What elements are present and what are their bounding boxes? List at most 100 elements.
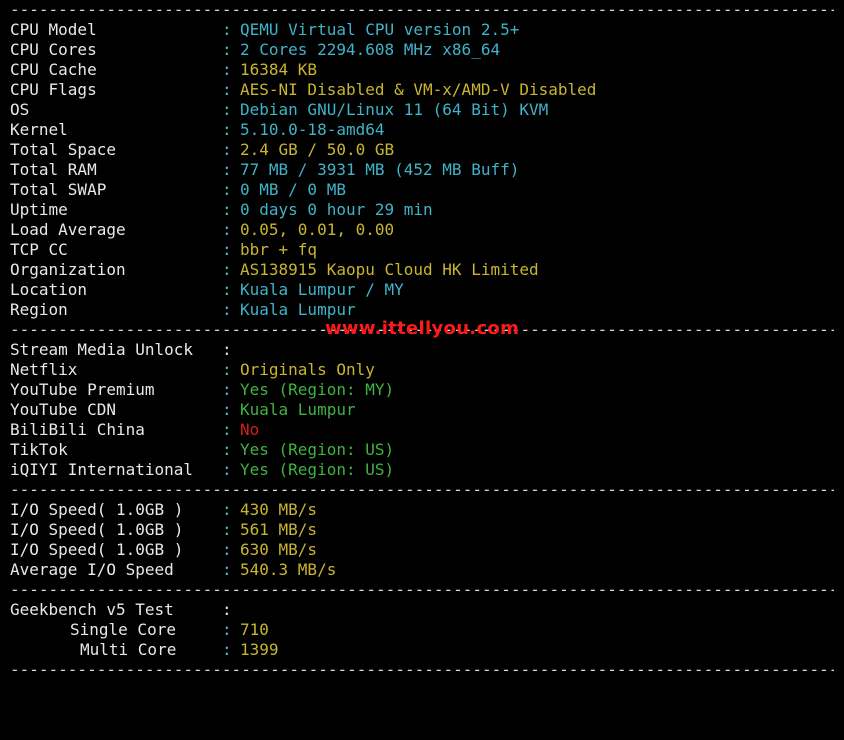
geekbench-multi-row: Multi Core : 1399	[10, 640, 834, 660]
info-value: 0 days 0 hour 29 min	[240, 200, 433, 219]
stream-label: iQIYI International	[10, 460, 194, 479]
separator: :	[222, 140, 232, 159]
stream-label: YouTube Premium	[10, 380, 155, 399]
io-row-average: Average I/O Speed : 540.3 MB/s	[10, 560, 834, 580]
geekbench-header: Geekbench v5 Test	[10, 600, 174, 619]
geekbench-single-row: Single Core : 710	[10, 620, 834, 640]
stream-value: Yes (Region: MY)	[240, 380, 395, 399]
info-row-tcp-cc: TCP CC : bbr + fq	[10, 240, 834, 260]
separator: :	[222, 360, 232, 379]
info-label: CPU Cache	[10, 60, 97, 79]
info-row-uptime: Uptime : 0 days 0 hour 29 min	[10, 200, 834, 220]
info-row-cpu-cache: CPU Cache : 16384 KB	[10, 60, 834, 80]
info-value: AS138915 Kaopu Cloud HK Limited	[240, 260, 539, 279]
info-row-location: Location : Kuala Lumpur / MY	[10, 280, 834, 300]
info-label: OS	[10, 100, 30, 119]
separator: :	[222, 560, 232, 579]
separator: :	[222, 540, 232, 559]
separator: :	[222, 600, 232, 619]
geekbench-multi-label: Multi Core	[80, 640, 177, 659]
info-value: 77 MB / 3931 MB (452 MB Buff)	[240, 160, 520, 179]
geekbench-single-value: 710	[240, 620, 269, 639]
stream-label: TikTok	[10, 440, 68, 459]
separator: :	[222, 200, 232, 219]
separator: :	[222, 500, 232, 519]
io-value: 561 MB/s	[240, 520, 318, 539]
stream-row-tiktok: TikTok : Yes (Region: US)	[10, 440, 834, 460]
divider: ----------------------------------------…	[10, 0, 834, 19]
separator: :	[222, 100, 232, 119]
info-label: Load Average	[10, 220, 126, 239]
info-row-total-swap: Total SWAP : 0 MB / 0 MB	[10, 180, 834, 200]
separator: :	[222, 40, 232, 59]
separator: :	[222, 420, 232, 439]
separator: :	[222, 220, 232, 239]
info-label: Kernel	[10, 120, 68, 139]
geekbench-single-label: Single Core	[70, 620, 176, 639]
info-row-cpu-cores: CPU Cores : 2 Cores 2294.608 MHz x86_64	[10, 40, 834, 60]
io-label: I/O Speed( 1.0GB )	[10, 500, 184, 519]
io-label: Average I/O Speed	[10, 560, 174, 579]
stream-label: BiliBili China	[10, 420, 145, 439]
info-value: Kuala Lumpur	[240, 300, 356, 319]
stream-row-iqiyi: iQIYI International : Yes (Region: US)	[10, 460, 834, 480]
separator: :	[222, 620, 232, 639]
info-label: Region	[10, 300, 68, 319]
info-value: Kuala Lumpur / MY	[240, 280, 404, 299]
separator: :	[222, 160, 232, 179]
stream-media-header-row: Stream Media Unlock :	[10, 340, 834, 360]
io-row: I/O Speed( 1.0GB ) : 430 MB/s	[10, 500, 834, 520]
info-label: CPU Cores	[10, 40, 97, 59]
divider: ----------------------------------------…	[10, 580, 834, 599]
info-value: 16384 KB	[240, 60, 318, 79]
system-info-section: CPU Model : QEMU Virtual CPU version 2.5…	[10, 20, 834, 320]
separator: :	[222, 180, 232, 199]
io-speed-section: I/O Speed( 1.0GB ) : 430 MB/s I/O Speed(…	[10, 500, 834, 580]
info-value: 0 MB / 0 MB	[240, 180, 346, 199]
stream-label: Netflix	[10, 360, 78, 379]
separator: :	[222, 300, 232, 319]
info-label: Uptime	[10, 200, 68, 219]
separator: :	[222, 260, 232, 279]
info-label: Location	[10, 280, 88, 299]
info-row-os: OS : Debian GNU/Linux 11 (64 Bit) KVM	[10, 100, 834, 120]
info-value: 2 Cores 2294.608 MHz x86_64	[240, 40, 501, 59]
stream-label: YouTube CDN	[10, 400, 116, 419]
info-label: Organization	[10, 260, 126, 279]
info-label: Total Space	[10, 140, 116, 159]
stream-row-netflix: Netflix : Originals Only	[10, 360, 834, 380]
info-label: CPU Flags	[10, 80, 97, 99]
io-label: I/O Speed( 1.0GB )	[10, 520, 184, 539]
geekbench-header-row: Geekbench v5 Test :	[10, 600, 834, 620]
info-label: Total SWAP	[10, 180, 107, 199]
stream-row-youtube-cdn: YouTube CDN : Kuala Lumpur	[10, 400, 834, 420]
io-row: I/O Speed( 1.0GB ) : 630 MB/s	[10, 540, 834, 560]
info-label: CPU Model	[10, 20, 97, 39]
info-row-organization: Organization : AS138915 Kaopu Cloud HK L…	[10, 260, 834, 280]
io-value: 630 MB/s	[240, 540, 318, 559]
info-row-region: Region : Kuala Lumpur	[10, 300, 834, 320]
stream-row-youtube-premium: YouTube Premium : Yes (Region: MY)	[10, 380, 834, 400]
separator: :	[222, 60, 232, 79]
terminal-output: ----------------------------------------…	[10, 0, 834, 680]
separator: :	[222, 380, 232, 399]
info-value: QEMU Virtual CPU version 2.5+	[240, 20, 520, 39]
info-value: 5.10.0-18-amd64	[240, 120, 385, 139]
stream-value: No	[240, 420, 260, 439]
divider: ----------------------------------------…	[10, 660, 834, 679]
stream-value: Kuala Lumpur	[240, 400, 356, 419]
info-value: AES-NI Disabled & VM-x/AMD-V Disabled	[240, 80, 597, 99]
info-row-cpu-flags: CPU Flags : AES-NI Disabled & VM-x/AMD-V…	[10, 80, 834, 100]
separator: :	[222, 20, 232, 39]
geekbench-section: Geekbench v5 Test : Single Core : 710 Mu…	[10, 600, 834, 660]
info-value: Debian GNU/Linux 11 (64 Bit) KVM	[240, 100, 549, 119]
separator: :	[222, 80, 232, 99]
stream-value: Yes (Region: US)	[240, 460, 395, 479]
stream-media-section: Stream Media Unlock : Netflix : Original…	[10, 340, 834, 480]
info-row-load-average: Load Average : 0.05, 0.01, 0.00	[10, 220, 834, 240]
separator: :	[222, 280, 232, 299]
info-row-total-ram: Total RAM : 77 MB / 3931 MB (452 MB Buff…	[10, 160, 834, 180]
io-row: I/O Speed( 1.0GB ) : 561 MB/s	[10, 520, 834, 540]
geekbench-multi-value: 1399	[240, 640, 279, 659]
io-value: 540.3 MB/s	[240, 560, 337, 579]
